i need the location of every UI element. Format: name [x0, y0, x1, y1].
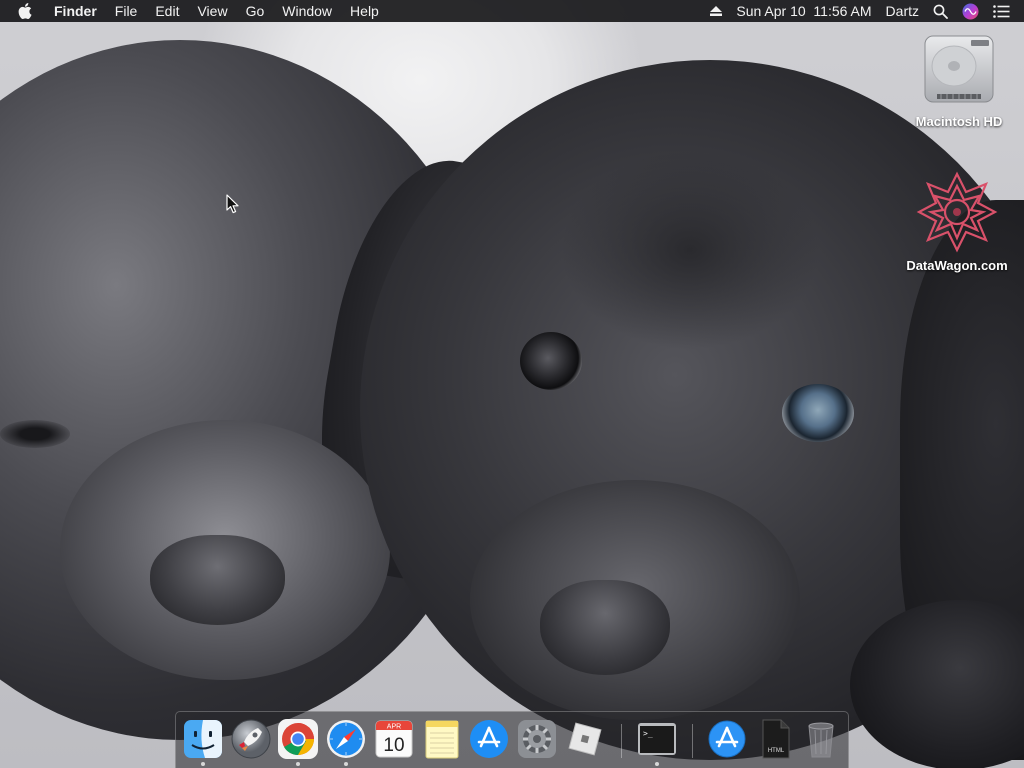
menu-file[interactable]: File	[115, 0, 138, 22]
notes-icon	[425, 720, 459, 759]
document-file-tag: HTML	[768, 748, 785, 754]
menu-help[interactable]: Help	[350, 0, 379, 22]
left-puppy-eye	[0, 420, 70, 448]
dock-trash[interactable]	[800, 718, 842, 760]
dock-system-preferences[interactable]	[516, 718, 558, 760]
dock-applications-folder[interactable]	[706, 718, 748, 760]
dock-finder[interactable]	[182, 718, 224, 760]
running-indicator	[655, 762, 659, 766]
html-document-icon: HTML	[762, 719, 790, 759]
system-preferences-icon	[518, 720, 556, 758]
running-indicator	[344, 762, 348, 766]
terminal-icon: >_	[638, 723, 676, 755]
notification-center-icon[interactable]	[993, 4, 1010, 18]
mouse-pointer-icon	[226, 194, 240, 219]
dock-safari[interactable]	[325, 718, 367, 760]
dock-google-chrome[interactable]	[277, 718, 319, 760]
roblox-icon	[568, 722, 602, 756]
finder-icon	[184, 720, 222, 758]
hard-drive-icon	[904, 32, 1014, 110]
dock-separator	[692, 724, 693, 758]
dock-separator	[621, 724, 622, 758]
menu-user-name[interactable]: Dartz	[886, 3, 919, 19]
terminal-prompt: >_	[643, 729, 653, 738]
right-puppy-right-eye	[782, 384, 854, 442]
left-puppy-nose	[150, 535, 285, 625]
app-store-icon	[470, 720, 508, 758]
menu-window[interactable]: Window	[282, 0, 332, 22]
siri-icon[interactable]	[962, 3, 979, 20]
menu-bar: Finder File Edit View Go Window Help Sun…	[0, 0, 1024, 22]
calendar-month: APR	[387, 724, 401, 731]
menu-bar-status-area: Sun Apr 10 11:56 AM Dartz	[710, 3, 1010, 20]
desktop-wallpaper	[0, 0, 1024, 768]
chrome-icon	[278, 719, 318, 759]
dock-app-store[interactable]	[468, 718, 510, 760]
menu-edit[interactable]: Edit	[155, 0, 179, 22]
safari-icon	[327, 720, 365, 758]
dock-launchpad[interactable]	[230, 718, 272, 760]
menu-clock[interactable]: Sun Apr 10 11:56 AM	[736, 3, 871, 19]
calendar-icon: APR 10	[375, 720, 413, 758]
dock-calendar[interactable]: APR 10	[373, 718, 415, 760]
menu-go[interactable]: Go	[246, 0, 265, 22]
right-puppy-brow	[560, 150, 820, 350]
dock: APR 10 >_ HTML	[175, 711, 849, 768]
desktop-icon-datawagon[interactable]: DataWagon.com	[902, 170, 1012, 273]
dock-html-document[interactable]: HTML	[754, 718, 796, 760]
trash-icon	[808, 722, 834, 758]
dock-notes[interactable]	[421, 718, 463, 760]
eject-icon[interactable]	[710, 6, 723, 16]
running-indicator	[296, 762, 300, 766]
dock-roblox[interactable]	[564, 718, 606, 760]
datawagon-logo-icon	[902, 170, 1012, 254]
desktop-icon-label: Macintosh HD	[915, 114, 1003, 129]
menu-view[interactable]: View	[197, 0, 227, 22]
right-puppy-nose	[540, 580, 670, 675]
right-puppy-left-eye	[520, 332, 582, 390]
menu-app-name[interactable]: Finder	[54, 0, 97, 22]
applications-folder-icon	[708, 720, 746, 758]
dock-terminal[interactable]: >_	[636, 718, 678, 760]
running-indicator	[201, 762, 205, 766]
desktop-icon-macintosh-hd[interactable]: Macintosh HD	[904, 32, 1014, 129]
search-icon[interactable]	[933, 4, 948, 19]
calendar-day: 10	[383, 735, 404, 756]
desktop-icon-label: DataWagon.com	[906, 258, 1008, 273]
apple-logo-icon[interactable]	[18, 3, 32, 19]
launchpad-icon	[231, 719, 271, 759]
